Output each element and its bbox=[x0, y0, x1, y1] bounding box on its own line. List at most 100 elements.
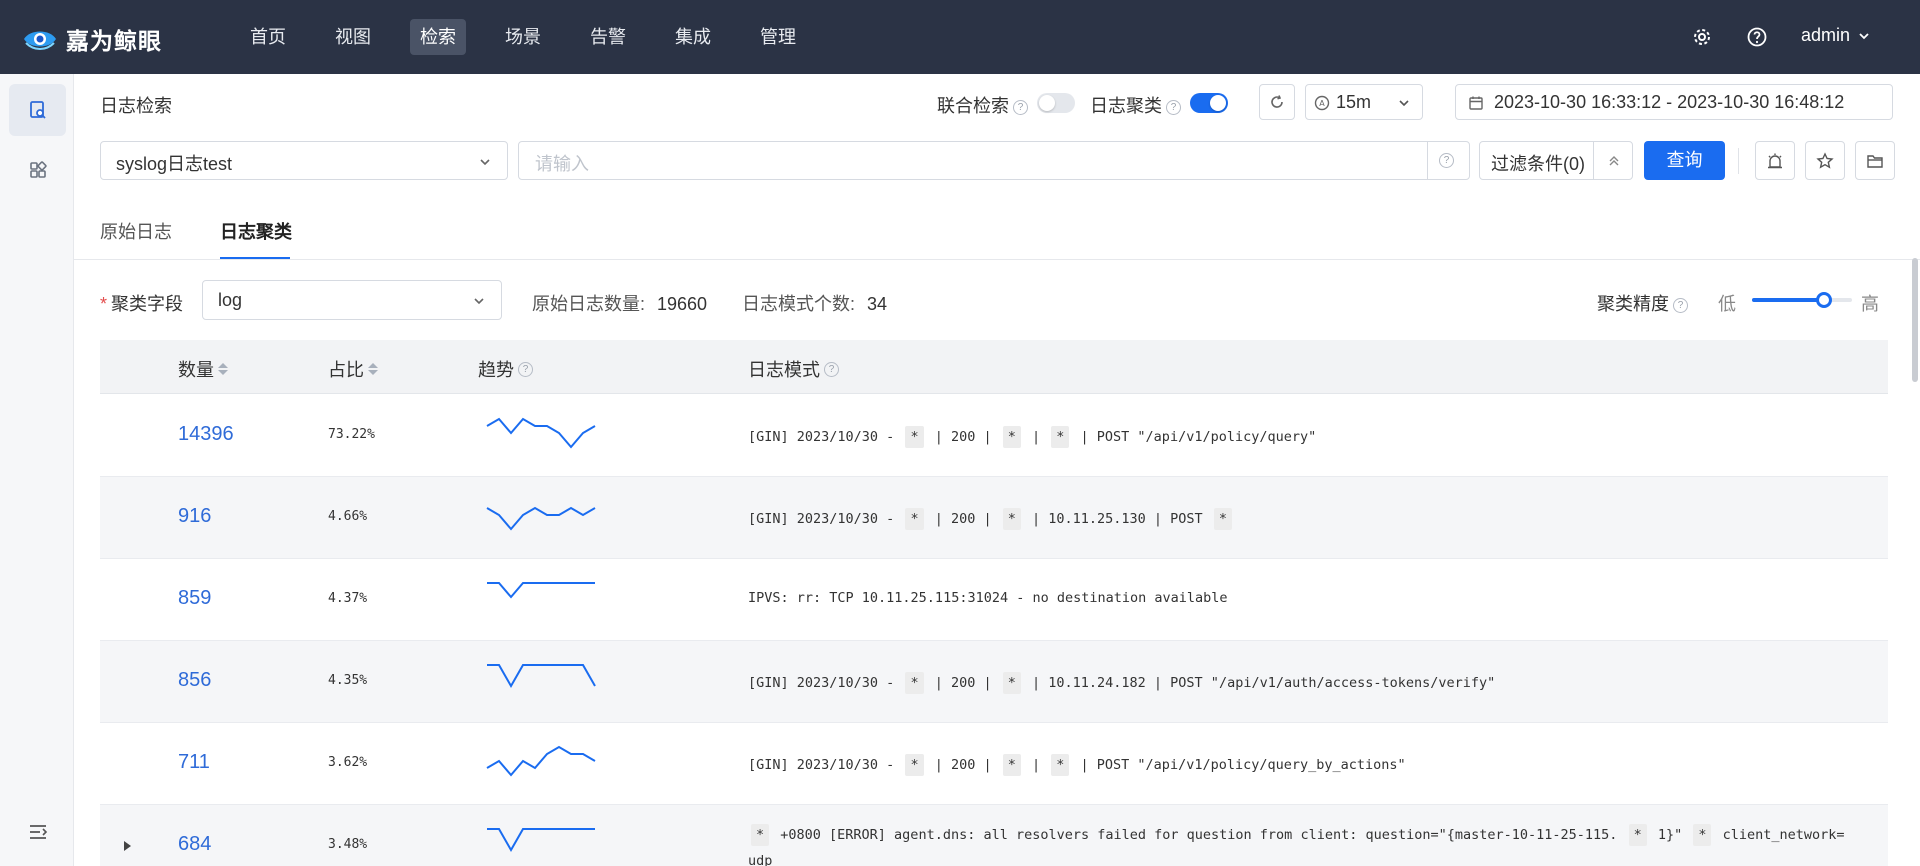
time-range-picker[interactable]: 2023-10-30 16:33:12 - 2023-10-30 16:48:1… bbox=[1455, 84, 1893, 120]
brand-logo[interactable]: 嘉为鲸眼 bbox=[22, 22, 162, 56]
trend-line bbox=[486, 745, 596, 777]
pattern-text: [GIN] 2023/10/30 - bbox=[748, 757, 903, 773]
query-input[interactable]: 请输入 bbox=[535, 150, 589, 176]
trend-line bbox=[486, 417, 596, 449]
table-row: 856 4.35% [GIN] 2023/10/30 - * | 200 | * |… bbox=[100, 641, 1888, 723]
log-pattern: [GIN] 2023/10/30 - * | 200 | * | * | POS… bbox=[748, 426, 1316, 448]
help-icon[interactable]: ? bbox=[1166, 100, 1181, 115]
row-ratio: 73.22% bbox=[328, 427, 375, 442]
trend-line bbox=[486, 506, 596, 531]
refresh-interval-value: 15m bbox=[1336, 92, 1372, 112]
help-icon[interactable] bbox=[1746, 26, 1768, 48]
raw-log-count: 原始日志数量: 19660 bbox=[532, 294, 708, 314]
trend-sparkline bbox=[487, 582, 595, 599]
nav-integration[interactable]: 集成 bbox=[665, 19, 721, 55]
log-pattern: IPVS: rr: TCP 10.11.25.115:31024 - no de… bbox=[748, 590, 1228, 606]
nav-alerts[interactable]: 告警 bbox=[580, 19, 636, 55]
calendar-icon bbox=[1469, 96, 1483, 110]
search-button[interactable]: 查询 bbox=[1644, 141, 1725, 180]
joint-search-label: 联合检索? bbox=[937, 92, 1028, 118]
cluster-field-select[interactable]: log bbox=[202, 280, 502, 320]
col-count[interactable]: 数量 bbox=[178, 356, 228, 382]
pattern-text: | 200 | bbox=[926, 429, 1000, 445]
help-icon[interactable]: ? bbox=[1013, 100, 1028, 115]
query-input-box[interactable]: 请输入 ? bbox=[518, 141, 1470, 180]
precision-slider[interactable] bbox=[1752, 292, 1852, 308]
user-menu[interactable]: admin bbox=[1801, 25, 1870, 46]
col-trend: 趋势? bbox=[478, 356, 533, 382]
wildcard-token[interactable]: * bbox=[1002, 426, 1021, 448]
row-count-link[interactable]: 856 bbox=[178, 669, 211, 692]
nav-scenes[interactable]: 场景 bbox=[495, 19, 551, 55]
sort-icon[interactable] bbox=[218, 363, 228, 375]
nav-admin[interactable]: 管理 bbox=[750, 19, 806, 55]
refresh-button[interactable] bbox=[1259, 84, 1295, 120]
log-source-value: syslog日志test bbox=[116, 154, 233, 174]
pattern-text: +0800 [ERROR] agent.dns: all resolvers f… bbox=[772, 827, 1626, 843]
favorite-button[interactable] bbox=[1805, 141, 1845, 180]
wildcard-token[interactable]: * bbox=[751, 824, 770, 846]
nav-views[interactable]: 视图 bbox=[325, 19, 381, 55]
wildcard-token[interactable]: * bbox=[1051, 754, 1070, 776]
joint-search-toggle[interactable] bbox=[1037, 93, 1075, 113]
row-count-link[interactable]: 711 bbox=[178, 751, 210, 774]
rail-dashboard[interactable] bbox=[9, 144, 66, 196]
table-row: 684 3.48% * +0800 [ERROR] agent.dns: all r… bbox=[100, 805, 1888, 866]
page-scrollbar[interactable] bbox=[1912, 258, 1918, 382]
wildcard-token[interactable]: * bbox=[1002, 672, 1021, 694]
gear-icon[interactable] bbox=[1691, 26, 1713, 48]
help-icon[interactable]: ? bbox=[824, 361, 839, 377]
wildcard-token[interactable]: * bbox=[905, 672, 924, 694]
precision-slider-handle[interactable] bbox=[1816, 292, 1832, 308]
expand-row-icon[interactable] bbox=[124, 841, 131, 851]
precision-slider-fill bbox=[1752, 298, 1824, 302]
alarm-light-icon bbox=[1768, 153, 1782, 168]
wildcard-token[interactable]: * bbox=[1693, 824, 1712, 846]
double-chevron-up-icon[interactable] bbox=[1607, 154, 1621, 168]
user-name: admin bbox=[1801, 25, 1851, 45]
log-source-select[interactable]: syslog日志test bbox=[100, 141, 508, 180]
row-count-link[interactable]: 684 bbox=[178, 833, 211, 856]
wildcard-token[interactable]: * bbox=[905, 754, 924, 776]
wildcard-token[interactable]: * bbox=[905, 508, 924, 530]
help-icon[interactable]: ? bbox=[1673, 298, 1688, 313]
row-count-link[interactable]: 916 bbox=[178, 505, 211, 528]
tab-raw-logs[interactable]: 原始日志 bbox=[100, 218, 172, 244]
rail-collapse[interactable] bbox=[9, 806, 66, 858]
help-icon[interactable]: ? bbox=[518, 361, 533, 377]
wildcard-token[interactable]: * bbox=[1051, 426, 1070, 448]
table-header: 数量 占比 趋势? 日志模式? bbox=[100, 340, 1888, 394]
col-ratio[interactable]: 占比 bbox=[328, 356, 378, 382]
refresh-icon bbox=[1271, 95, 1283, 108]
left-rail bbox=[0, 74, 74, 866]
pattern-text: | 10.11.25.130 | POST bbox=[1023, 511, 1211, 527]
trend-line bbox=[487, 828, 595, 853]
trend-line bbox=[487, 582, 595, 599]
grid-icon bbox=[29, 161, 47, 178]
document-search-icon bbox=[29, 101, 46, 119]
trend-sparkline bbox=[486, 506, 596, 531]
refresh-interval-select[interactable]: A 15m bbox=[1305, 84, 1423, 120]
saved-queries-button[interactable] bbox=[1855, 141, 1895, 180]
alert-rule-button[interactable] bbox=[1755, 141, 1795, 180]
wildcard-token[interactable]: * bbox=[1002, 754, 1021, 776]
nav-search[interactable]: 检索 bbox=[410, 19, 466, 55]
filter-conditions-label: 过滤条件(0) bbox=[1491, 154, 1585, 174]
wildcard-token[interactable]: * bbox=[1628, 824, 1647, 846]
row-count-link[interactable]: 859 bbox=[178, 587, 211, 610]
wildcard-token[interactable]: * bbox=[1002, 508, 1021, 530]
pattern-text: IPVS: rr: TCP 10.11.25.115:31024 - no de… bbox=[748, 590, 1228, 606]
nav-home[interactable]: 首页 bbox=[240, 19, 296, 55]
trend-sparkline bbox=[486, 417, 596, 449]
filter-conditions[interactable]: 过滤条件(0) bbox=[1479, 141, 1633, 180]
row-ratio: 4.66% bbox=[328, 509, 368, 524]
row-count-link[interactable]: 14396 bbox=[178, 423, 234, 446]
wildcard-token[interactable]: * bbox=[905, 426, 924, 448]
tab-log-clustering[interactable]: 日志聚类 bbox=[220, 218, 292, 244]
wildcard-token[interactable]: * bbox=[1213, 508, 1232, 530]
sort-icon[interactable] bbox=[368, 363, 378, 375]
pattern-text: | POST "/api/v1/policy/query" bbox=[1072, 429, 1317, 445]
rail-log-search[interactable] bbox=[9, 84, 66, 136]
clustering-toggle[interactable] bbox=[1190, 93, 1228, 113]
syntax-help-icon[interactable]: ? bbox=[1439, 153, 1454, 168]
